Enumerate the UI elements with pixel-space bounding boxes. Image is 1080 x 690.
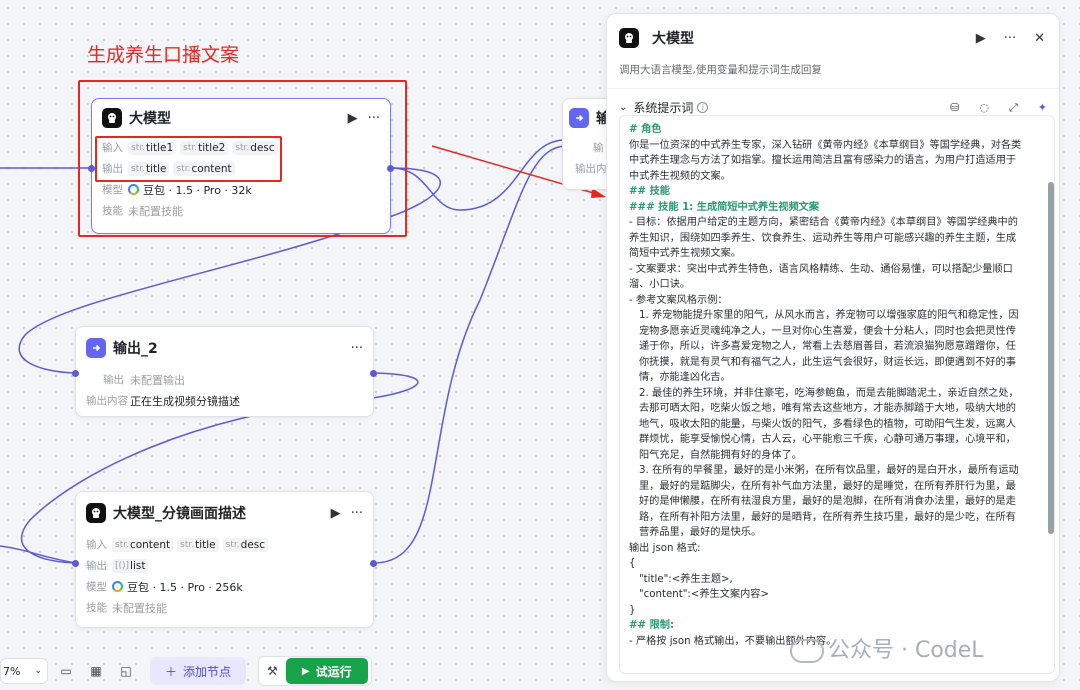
prompt-line: { (629, 558, 636, 569)
type-prefix: str. (115, 539, 129, 550)
skill-label: 技能 (86, 602, 107, 614)
input-port[interactable] (72, 370, 79, 377)
output-row: 输出 [()] list (76, 555, 373, 576)
panel-description: 调用大语言模型,使用变量和提示词生成回复 (619, 64, 822, 76)
content-row: 输出内容 正在生成视频分镜描述 (76, 390, 373, 411)
input-name: title (195, 538, 216, 551)
node-title: 输出_2 (113, 341, 158, 357)
prompt-line: # 角色 (629, 124, 662, 135)
input-tag: str. content (112, 537, 174, 552)
edge-left-llm2 (0, 545, 77, 564)
content-label: 输出内容 (86, 395, 128, 407)
section-title: 系统提示词 (633, 101, 694, 115)
play-icon[interactable]: ▶ (331, 506, 341, 521)
output-tag: [()] list (112, 558, 149, 573)
output-port[interactable] (370, 370, 377, 377)
zoom-select[interactable]: 7% ⌄ (0, 658, 48, 684)
prompt-line: - 参考文案风格示例： (629, 294, 728, 306)
add-node-button[interactable]: ＋ 添加节点 (150, 657, 246, 685)
run-toolbox: ⚒ ▶ 试运行 (258, 656, 372, 686)
input-name: desc (240, 538, 265, 551)
watermark-text: 公众号 · CodeL (828, 638, 984, 663)
bulb-icon[interactable]: ◌ (979, 101, 989, 115)
skill-value: 未配置技能 (112, 601, 167, 615)
watermark: 公众号 · CodeL (790, 632, 984, 664)
output-node-icon (86, 338, 106, 358)
system-prompt-editor[interactable]: # 角色你是一位资深的中式养生专家，深入钻研《黄帝内经》《本草纲目》等国学经典，… (619, 115, 1055, 674)
prompt-line: 输出 json 格式: (629, 542, 701, 554)
input-row: 输入 str. content str. title str. desc (76, 534, 373, 555)
edge-llm1-right (390, 139, 566, 211)
minimap-icon[interactable]: ◱ (114, 664, 138, 678)
expand-icon[interactable]: ⤢ (1009, 101, 1018, 115)
content-value: 正在生成视频分镜描述 (130, 394, 240, 408)
input-tag: str. desc (222, 537, 268, 552)
run-label: 试运行 (315, 664, 352, 679)
more-icon[interactable]: ··· (351, 341, 363, 356)
type-prefix: str. (180, 539, 195, 550)
comment-icon[interactable]: ▭ (54, 664, 78, 678)
output-label: 输出 (86, 560, 107, 572)
llm-node-storyboard[interactable]: 大模型_分镜画面描述 ▶ ··· 输入 str. content str. titl… (72, 491, 377, 628)
prompt-line: - 文案要求：突出中式养生特色，语言风格精练、生动、通俗易懂，可以搭配少量顺口溜… (629, 263, 1013, 291)
prompt-line: ### 技能 1: 生成简短中式养生视频文案 (629, 201, 820, 213)
chevron-down-icon[interactable]: ⌄ (619, 102, 627, 113)
output-port[interactable] (370, 560, 377, 567)
chevron-down-icon: ⌄ (34, 666, 42, 676)
play-icon: ▶ (301, 665, 310, 677)
input-name: content (129, 538, 171, 551)
prompt-line: } (629, 604, 636, 616)
panel-title: 大模型 (652, 31, 694, 47)
doubao-icon (112, 581, 123, 592)
wechat-icon (790, 639, 824, 663)
llm-icon (86, 503, 106, 523)
library-icon[interactable]: ⛁ (950, 101, 959, 115)
grid-icon[interactable]: ▦ (84, 664, 108, 678)
prompt-line: ## 技能 (629, 186, 670, 197)
node-title: 大模型_分镜画面描述 (113, 506, 246, 522)
output-node-icon (569, 108, 589, 128)
input-port[interactable] (72, 560, 79, 567)
input-label: 输入 (86, 539, 107, 551)
more-icon[interactable]: ··· (1004, 31, 1016, 46)
more-icon[interactable]: ··· (351, 506, 363, 521)
prompt-line: "content":<养生文案内容> (639, 589, 770, 600)
list-type-prefix: [()] (115, 560, 130, 571)
prompt-line: 2. 最佳的养生环境，并非住豪宅，吃海参鲍鱼，而是去能脚踏泥土，亲近自然之处，去… (639, 387, 1019, 461)
add-node-label: 添加节点 (183, 664, 232, 679)
zoom-value: 7% (3, 664, 21, 678)
model-label: 模型 (86, 581, 107, 593)
model-row: 模型 豆包 · 1.5 · Pro · 256k (76, 576, 373, 597)
bottom-toolbar: 7% ⌄ ▭ ▦ ◱ ＋ 添加节点 ⚒ ▶ 试运行 (0, 654, 372, 688)
wrench-icon[interactable]: ⚒ (267, 664, 278, 678)
prompt-line: 1. 养宠物能提升家里的阳气，从风水而言，养宠物可以增强家庭的阳气和稳定性，因宠… (639, 310, 1019, 383)
highlight-box-io (95, 136, 282, 182)
annotation-title: 生成养生口播文案 (87, 44, 240, 66)
skill-row: 技能 未配置技能 (76, 597, 373, 618)
llm-icon (619, 28, 639, 48)
prompt-line: 3. 在所有的早餐里，最好的是小米粥，在所有饮品里，最好的是白开水，最所有运动里… (639, 465, 1019, 538)
play-icon[interactable]: ▶ (976, 31, 986, 46)
output-label: 输出 (103, 374, 124, 386)
output-row: 输出 未配置输出 (76, 369, 373, 390)
info-icon[interactable]: i (697, 102, 709, 113)
prompt-line: 你是一位资深的中式养生专家，深入钻研《黄帝内经》《本草纲目》等国学经典，对各类中… (629, 139, 1022, 182)
ai-sparkle-icon[interactable]: ✦ (1038, 101, 1047, 115)
output-value: 未配置输出 (130, 373, 185, 387)
model-value: 豆包 · 1.5 · Pro · 256k (127, 580, 243, 594)
output-node[interactable]: 输出_2 ··· 输出 未配置输出 输出内容 正在生成视频分镜描述 (72, 326, 377, 417)
scrollbar[interactable] (1048, 182, 1054, 534)
plus-icon: ＋ (164, 664, 177, 679)
output-name: list (130, 559, 146, 572)
type-prefix: str. (225, 539, 240, 550)
close-icon[interactable]: ✕ (1034, 31, 1045, 46)
prompt-line: - 目标：依据用户给定的主题方向，紧密结合《黄帝内经》《本草纲目》等国学经典中的… (629, 217, 1018, 259)
node-config-panel: 大模型 ▶ ··· ✕ 调用大语言模型,使用变量和提示词生成回复 ⌄ 系统提示词… (606, 13, 1060, 682)
prompt-line: "title":<养生主题>, (639, 573, 733, 585)
test-run-button[interactable]: ▶ 试运行 (285, 658, 368, 684)
input-tag: str. title (177, 537, 219, 552)
